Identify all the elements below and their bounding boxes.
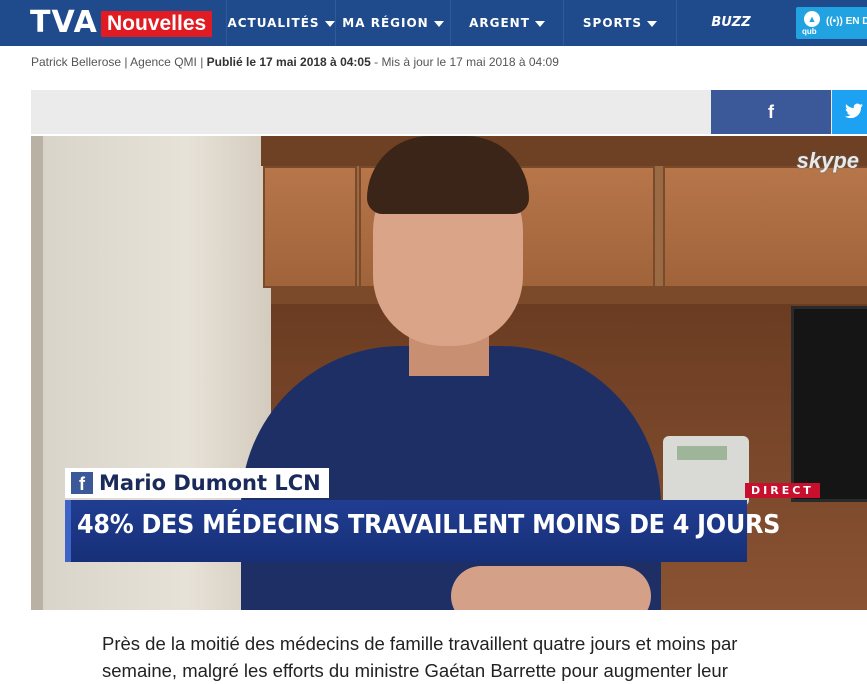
video-cabinet-door	[663, 166, 867, 288]
video-cabinet-top	[261, 136, 867, 166]
nav-item-argent[interactable]: ARGENT	[450, 0, 563, 46]
tva-nouvelles-logo[interactable]: TVA Nouvelles	[0, 0, 226, 46]
video-desk-phone	[663, 436, 749, 506]
chevron-down-icon	[433, 20, 444, 27]
direct-badge: DIRECT	[745, 483, 820, 498]
updated-date: - Mis à jour le 17 mai 2018 à 04:09	[374, 55, 559, 69]
qub-live-button[interactable]: ▲ qub ((•)) EN DI	[796, 7, 867, 39]
qub-logo-label: qub	[802, 27, 817, 36]
nav-item-ma-region[interactable]: MA RÉGION	[335, 0, 450, 46]
qub-logo-icon: ▲	[804, 11, 820, 27]
top-navigation: TVA Nouvelles ACTUALITÉS MA RÉGION ARGEN…	[0, 0, 867, 46]
nav-item-label: ARGENT	[469, 16, 530, 30]
live-label: ((•)) EN DI	[826, 16, 867, 27]
video-door-frame	[31, 136, 43, 610]
chevron-down-icon	[647, 20, 658, 27]
video-shelf	[271, 286, 867, 304]
twitter-icon	[845, 103, 863, 119]
author: Patrick Bellerose | Agence QMI |	[31, 55, 204, 69]
facebook-icon: f	[71, 472, 93, 494]
chevron-down-icon	[324, 20, 335, 27]
nav-item-label: MA RÉGION	[342, 16, 429, 30]
nav-item-label: SPORTS	[582, 16, 643, 30]
logo-nouvelles-text: Nouvelles	[101, 11, 213, 37]
logo-tva-text: TVA	[30, 5, 98, 40]
phone-screen	[677, 446, 727, 460]
facebook-share-button[interactable]: f	[711, 90, 831, 134]
lower-third-headline-bar: 48% DES MÉDECINS TRAVAILLENT MOINS DE 4 …	[65, 500, 780, 562]
chevron-down-icon	[534, 20, 545, 27]
nav-item-actualites[interactable]: ACTUALITÉS	[226, 0, 335, 46]
twitter-share-button[interactable]	[832, 90, 867, 134]
video-headline: 48% DES MÉDECINS TRAVAILLENT MOINS DE 4 …	[77, 510, 781, 540]
video-monitor	[791, 306, 867, 502]
published-date: Publié le 17 mai 2018 à 04:05	[206, 55, 371, 69]
nav-item-buzz[interactable]: BUZZ	[676, 0, 785, 46]
nav-item-label: BUZZ	[711, 15, 751, 30]
byline: Patrick Bellerose | Agence QMI | Publié …	[31, 55, 559, 69]
facebook-icon: f	[768, 102, 774, 122]
qub-live-text: EN DI	[845, 16, 867, 27]
nav-item-label: ACTUALITÉS	[227, 16, 320, 30]
video-person-hands	[451, 566, 651, 610]
nav-item-sports[interactable]: SPORTS	[563, 0, 676, 46]
skype-watermark: skype	[796, 148, 859, 173]
video-cabinet-door	[263, 166, 357, 288]
video-player[interactable]: skype f Mario Dumont LCN DIRECT 48% DES …	[31, 136, 867, 610]
speaker-name: Mario Dumont LCN	[99, 471, 321, 495]
article-lead: Près de la moitié des médecins de famill…	[102, 633, 738, 681]
lower-third-name-bar: f Mario Dumont LCN	[65, 468, 329, 498]
